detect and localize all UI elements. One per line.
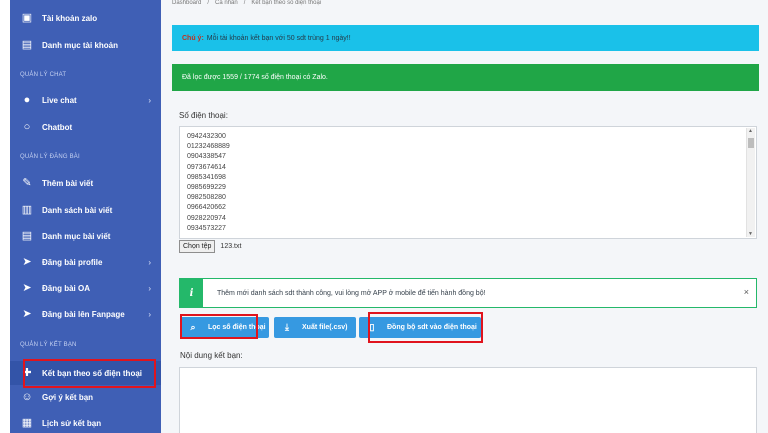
sidebar-item-friend-history[interactable]: ▦ Lịch sử kết bạn <box>10 411 161 433</box>
textarea-scrollbar[interactable]: ▲ ▼ <box>746 128 755 237</box>
users-icon: ☺ <box>21 390 33 403</box>
sidebar-item-account-categories[interactable]: ▤ Danh mục tài khoản <box>10 33 161 57</box>
sidebar-item-zalo-account[interactable]: ▣ Tài khoản zalo <box>10 6 161 30</box>
book-icon: ▥ <box>21 203 33 216</box>
edit-icon: ✎ <box>22 176 32 189</box>
scrollbar-thumb[interactable] <box>748 138 754 148</box>
send-icon: ➤ <box>22 307 32 320</box>
phone-number-line: 0942432300 <box>187 133 226 140</box>
file-name: 123.txt <box>220 243 242 250</box>
phone-numbers-label: Số điện thoại: <box>179 111 228 120</box>
phone-number-line: 0982508280 <box>187 194 226 202</box>
info-alert: i Thêm mới danh sách sdt thành công, vui… <box>179 278 757 308</box>
phone-number-line: 0985699229 <box>187 184 226 192</box>
phone-number-line: 0928220974 <box>187 214 226 222</box>
highlight-box <box>180 314 258 339</box>
note-label: Chú ý: <box>182 34 204 42</box>
chevron-right-icon: › <box>148 283 151 293</box>
info-text: Thêm mới danh sách sdt thành công, vui l… <box>217 289 486 297</box>
sidebar-item-label: Thêm bài viết <box>42 178 94 188</box>
sidebar-item-label: Tài khoản zalo <box>42 13 98 23</box>
chat-bubble-icon: ○ <box>23 120 31 133</box>
choose-file-button[interactable]: Chọn tệp <box>179 240 216 253</box>
sidebar-item-label: Đăng bài lên Fanpage <box>42 309 125 319</box>
sidebar-item-post-categories[interactable]: ▤ Danh mục bài viết <box>10 224 161 248</box>
download-icon: ⤓ <box>285 322 289 332</box>
background-page-sliver <box>0 0 10 433</box>
breadcrumb-separator: / <box>243 0 246 6</box>
section-heading-chat: QUẢN LÝ CHAT <box>20 72 67 78</box>
phone-numbers-list: 0942432300 01232468889 0904338547 097367461… <box>187 132 230 234</box>
sidebar-item-live-chat[interactable]: ● Live chat › <box>10 88 161 112</box>
chevron-right-icon: › <box>148 257 151 267</box>
highlight-box <box>368 312 483 343</box>
sidebar-item-label: Danh mục bài viết <box>42 231 111 241</box>
history-icon: ▦ <box>21 416 33 429</box>
success-text: Đã lọc được 1559 / 1774 số điện thoại có… <box>182 74 328 81</box>
sidebar-item-label: Lịch sử kết bạn <box>42 418 102 428</box>
friend-message-label: Nội dung kết bạn: <box>180 351 243 360</box>
sidebar-item-label: Gợi ý kết bạn <box>42 392 94 402</box>
phone-number-line: 0966420662 <box>187 204 226 212</box>
highlight-box <box>23 359 156 388</box>
sidebar-item-label: Danh mục tài khoản <box>42 40 119 50</box>
scroll-up-icon[interactable]: ▲ <box>748 128 753 134</box>
sidebar-item-label: Live chat <box>42 95 77 105</box>
sidebar-item-post-list[interactable]: ▥ Danh sách bài viết <box>10 198 161 222</box>
sidebar-item-friend-suggestions[interactable]: ☺ Gợi ý kết bạn <box>10 385 161 409</box>
sidebar-item-post-profile[interactable]: ➤ Đăng bài profile › <box>10 250 161 274</box>
list-icon: ▤ <box>21 38 33 51</box>
send-icon: ➤ <box>22 281 32 294</box>
sidebar-item-post-oa[interactable]: ➤ Đăng bài OA › <box>10 276 161 300</box>
note-text: Mỗi tài khoản kết bạn với 50 sdt trùng 1… <box>206 34 351 42</box>
sidebar-item-add-post[interactable]: ✎ Thêm bài viết <box>10 171 161 195</box>
breadcrumb-separator: / <box>207 0 210 6</box>
phone-number-line: 0985341698 <box>187 173 226 181</box>
file-upload-row: Chọn tệp 123.txt <box>179 240 241 253</box>
phone-number-line: 01232468889 <box>187 143 230 151</box>
sidebar-item-label: Danh sách bài viết <box>42 205 113 215</box>
sidebar-item-label: Đăng bài profile <box>42 257 103 267</box>
sidebar-item-post-fanpage[interactable]: ➤ Đăng bài lên Fanpage › <box>10 302 161 326</box>
button-label: Xuất file(.csv) <box>302 324 348 331</box>
scroll-down-icon[interactable]: ▼ <box>748 231 753 237</box>
breadcrumb: Dashboard / Cá nhân / Kết bạn theo số đi… <box>172 0 321 6</box>
info-icon: i <box>180 279 203 307</box>
friend-message-textarea[interactable] <box>179 367 757 433</box>
chat-bubbles-icon: ● <box>23 93 31 106</box>
phone-number-line: 0934573227 <box>187 224 226 232</box>
phone-number-line: 0904338547 <box>187 153 226 161</box>
phone-number-line: 0973674614 <box>187 163 226 171</box>
breadcrumb-item[interactable]: Cá nhân <box>215 0 238 6</box>
id-card-icon: ▣ <box>21 11 33 24</box>
breadcrumb-item: Kết bạn theo số điện thoại <box>251 0 322 6</box>
breadcrumb-item[interactable]: Dashboard <box>172 0 201 6</box>
send-icon: ➤ <box>22 255 32 268</box>
chevron-right-icon: › <box>148 309 151 319</box>
chevron-right-icon: › <box>148 95 151 105</box>
section-heading-posts: QUẢN LÝ ĐĂNG BÀI <box>20 154 80 160</box>
sidebar-item-label: Chatbot <box>42 122 73 132</box>
note-alert: Chú ý: Mỗi tài khoản kết bạn với 50 sdt … <box>172 25 759 51</box>
phone-numbers-textarea[interactable]: 0942432300 01232468889 0904338547 097367461… <box>179 126 757 239</box>
close-icon[interactable]: × <box>744 287 749 297</box>
sidebar-item-label: Đăng bài OA <box>42 283 91 293</box>
sidebar-item-chatbot[interactable]: ○ Chatbot <box>10 115 161 139</box>
list-icon: ▤ <box>21 229 33 242</box>
success-alert: Đã lọc được 1559 / 1774 số điện thoại có… <box>172 64 759 91</box>
export-csv-button[interactable]: ⤓ Xuất file(.csv) <box>274 317 356 338</box>
section-heading-friends: QUẢN LÝ KẾT BẠN <box>20 342 77 348</box>
